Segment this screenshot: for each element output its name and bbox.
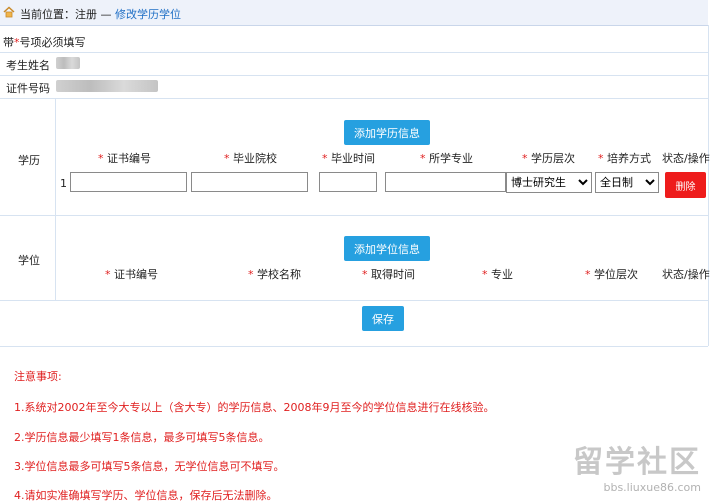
name-value-redacted [56, 57, 80, 69]
divider [0, 215, 708, 216]
watermark-sub: bbs.liuxue86.com [603, 481, 701, 494]
education-cert-input[interactable] [70, 172, 187, 192]
breadcrumb: 当前位置：注册 — 修改学历学位 [20, 6, 181, 22]
divider [0, 300, 708, 301]
watermark: 留学社区 bbs.liuxue86.com [573, 437, 701, 494]
education-section-label: 学历 [18, 154, 40, 167]
education-mode-select[interactable]: 全日制 [595, 172, 659, 193]
degree-header-cert: * 证书编号 [105, 268, 158, 281]
divider [0, 346, 708, 347]
id-label: 证件号码 [6, 82, 50, 95]
divider [0, 98, 708, 99]
home-icon [3, 6, 15, 18]
breadcrumb-bar: 当前位置：注册 — 修改学历学位 [0, 0, 708, 26]
education-delete-button[interactable]: 删除 [665, 172, 706, 198]
education-header-major: * 所学专业 [420, 152, 473, 165]
notes-item: 4.请如实准确填写学历、学位信息，保存后无法删除。 [14, 489, 278, 502]
degree-header-level: * 学位层次 [585, 268, 638, 281]
education-level-select[interactable]: 博士研究生 [506, 172, 592, 193]
notes-title: 注意事项: [14, 370, 62, 383]
degree-header-time: * 取得时间 [362, 268, 415, 281]
education-header-mode: * 培养方式 [598, 152, 651, 165]
save-button[interactable]: 保存 [362, 306, 404, 331]
education-header-gradtime: * 毕业时间 [322, 152, 375, 165]
divider [55, 98, 56, 300]
divider [0, 75, 708, 76]
notes-item: 3.学位信息最多可填写5条信息，无学位信息可不填写。 [14, 460, 285, 473]
degree-header-status-action: 状态/操作 [662, 268, 710, 281]
education-header-status-action: 状态/操作 [662, 152, 710, 165]
divider [708, 25, 709, 346]
notes-item: 2.学历信息最少填写1条信息，最多可填写5条信息。 [14, 431, 270, 444]
education-gradtime-input[interactable] [319, 172, 377, 192]
education-header-cert: * 证书编号 [98, 152, 151, 165]
education-header-school: * 毕业院校 [224, 152, 277, 165]
breadcrumb-prefix: 当前位置：注册 — [20, 8, 115, 21]
name-label: 考生姓名 [6, 59, 50, 72]
education-row-index: 1 [60, 177, 67, 190]
breadcrumb-current[interactable]: 修改学历学位 [115, 8, 181, 21]
degree-header-school: * 学校名称 [248, 268, 301, 281]
divider [0, 52, 708, 53]
degree-section-label: 学位 [18, 254, 40, 267]
watermark-main: 留学社区 [573, 445, 701, 480]
add-degree-button[interactable]: 添加学位信息 [344, 236, 430, 261]
education-major-input[interactable] [385, 172, 506, 192]
education-header-level: * 学历层次 [522, 152, 575, 165]
degree-header-major: * 专业 [482, 268, 513, 281]
required-note: 带*号项必须填写 [3, 36, 86, 49]
add-education-button[interactable]: 添加学历信息 [344, 120, 430, 145]
notes-item: 1.系统对2002年至今大专以上（含大专）的学历信息、2008年9月至今的学位信… [14, 401, 495, 414]
education-school-input[interactable] [191, 172, 308, 192]
id-value-redacted [56, 80, 158, 92]
